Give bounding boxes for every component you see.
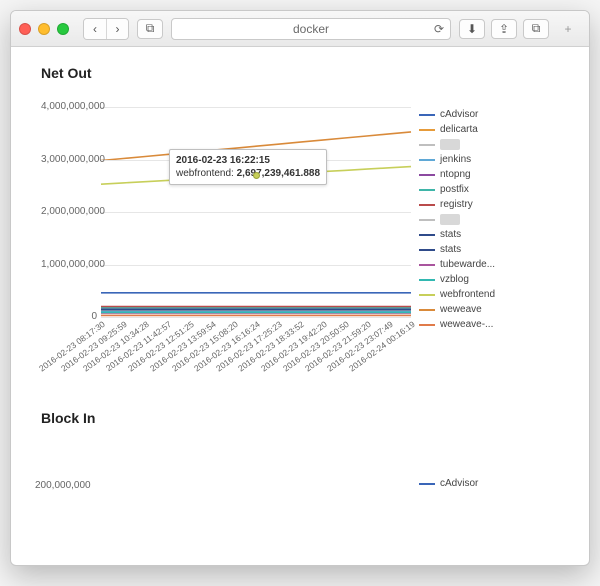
- legend-swatch-icon: [419, 219, 435, 221]
- titlebar: ‹ › ⧉ docker ⟳ ⬇ ⇪ ⧉ +: [11, 11, 589, 47]
- url-text: docker: [293, 22, 329, 36]
- legend-item[interactable]: stats: [419, 242, 495, 257]
- legend-item[interactable]: jenkins: [419, 152, 495, 167]
- tooltip-time: 2016-02-23 16:22:15: [176, 155, 270, 166]
- chart-block-in: 200,000,000 cAdvisor: [41, 452, 571, 492]
- chart-legend: cAdvisor: [419, 476, 478, 492]
- gridline: [101, 212, 411, 213]
- legend-item[interactable]: xxxx: [419, 212, 495, 227]
- y-tick-label: 4,000,000,000: [41, 101, 97, 112]
- browser-window: ‹ › ⧉ docker ⟳ ⬇ ⇪ ⧉ + Net Out 2016-02-2…: [10, 10, 590, 566]
- zoom-window-icon[interactable]: [57, 23, 69, 35]
- legend-swatch-icon: [419, 324, 435, 326]
- y-tick-label: 1,000,000,000: [41, 259, 97, 270]
- legend-item[interactable]: cAdvisor: [419, 107, 495, 122]
- chart-net-out: 2016-02-23 08:17:302016-02-23 09:25:5920…: [41, 107, 571, 332]
- legend-item[interactable]: delicarta: [419, 122, 495, 137]
- legend-item[interactable]: ntopng: [419, 167, 495, 182]
- legend-label: weweave-...: [440, 319, 493, 330]
- back-button[interactable]: ‹: [84, 19, 106, 39]
- legend-label: xxxx: [440, 139, 460, 150]
- legend-swatch-icon: [419, 204, 435, 206]
- legend-item[interactable]: tubewarde...: [419, 257, 495, 272]
- gridline: [101, 317, 411, 318]
- chart-title-block-in: Block In: [41, 410, 571, 426]
- share-icon: ⇪: [499, 22, 509, 36]
- gridline: [101, 107, 411, 108]
- legend-swatch-icon: [419, 129, 435, 131]
- legend-swatch-icon: [419, 174, 435, 176]
- tabs-icon: ⧉: [532, 21, 541, 36]
- address-bar[interactable]: docker ⟳: [171, 18, 451, 40]
- tooltip-value: 2,697,239,461.888: [237, 168, 320, 179]
- legend-swatch-icon: [419, 159, 435, 161]
- legend-label: cAdvisor: [440, 109, 478, 120]
- legend-label: jenkins: [440, 154, 471, 165]
- download-icon: ⬇: [467, 22, 477, 36]
- plot-area[interactable]: 2016-02-23 08:17:302016-02-23 09:25:5920…: [41, 107, 411, 317]
- legend-swatch-icon: [419, 144, 435, 146]
- close-window-icon[interactable]: [19, 23, 31, 35]
- legend-item[interactable]: cAdvisor: [419, 476, 478, 491]
- chart-title-net-out: Net Out: [41, 65, 571, 81]
- y-tick-label: 3,000,000,000: [41, 154, 97, 165]
- sidebar-button[interactable]: ⧉: [137, 19, 163, 39]
- legend-item[interactable]: stats: [419, 227, 495, 242]
- forward-button[interactable]: ›: [106, 19, 128, 39]
- page-content: Net Out 2016-02-23 08:17:302016-02-23 09…: [11, 47, 589, 565]
- legend-swatch-icon: [419, 483, 435, 485]
- tooltip-series: webfrontend:: [176, 168, 234, 179]
- plot-area[interactable]: 200,000,000: [41, 452, 411, 492]
- legend-item[interactable]: xxxx: [419, 137, 495, 152]
- legend-item[interactable]: webfrontend: [419, 287, 495, 302]
- legend-label: cAdvisor: [440, 478, 478, 489]
- nav-back-forward: ‹ ›: [83, 18, 129, 40]
- legend-label: webfrontend: [440, 289, 495, 300]
- chart-tooltip: 2016-02-23 16:22:15 webfrontend: 2,697,2…: [169, 149, 327, 185]
- chevron-left-icon: ‹: [93, 22, 97, 36]
- x-axis-ticks: 2016-02-23 08:17:302016-02-23 09:25:5920…: [101, 319, 411, 379]
- legend-swatch-icon: [419, 189, 435, 191]
- legend-label: ntopng: [440, 169, 471, 180]
- window-controls: [19, 23, 69, 35]
- legend-label: stats: [440, 244, 461, 255]
- plus-icon: +: [564, 22, 571, 36]
- legend-label: registry: [440, 199, 473, 210]
- toolbar-right: ⬇ ⇪ ⧉ +: [459, 19, 581, 39]
- legend-swatch-icon: [419, 114, 435, 116]
- legend-swatch-icon: [419, 279, 435, 281]
- legend-label: weweave: [440, 304, 482, 315]
- new-tab-button[interactable]: +: [555, 19, 581, 39]
- chart-block-in-section: Block In 200,000,000 cAdvisor: [41, 410, 571, 492]
- legend-swatch-icon: [419, 264, 435, 266]
- legend-item[interactable]: postfix: [419, 182, 495, 197]
- y-tick-label: 2,000,000,000: [41, 206, 97, 217]
- legend-label: tubewarde...: [440, 259, 495, 270]
- legend-item[interactable]: vzblog: [419, 272, 495, 287]
- legend-swatch-icon: [419, 294, 435, 296]
- y-tick-label: 200,000,000: [35, 480, 91, 491]
- legend-swatch-icon: [419, 309, 435, 311]
- legend-label: vzblog: [440, 274, 469, 285]
- legend-swatch-icon: [419, 234, 435, 236]
- tabs-button[interactable]: ⧉: [523, 19, 549, 39]
- legend-item[interactable]: registry: [419, 197, 495, 212]
- y-tick-label: 0: [41, 311, 97, 322]
- minimize-window-icon[interactable]: [38, 23, 50, 35]
- share-button[interactable]: ⇪: [491, 19, 517, 39]
- downloads-button[interactable]: ⬇: [459, 19, 485, 39]
- legend-label: postfix: [440, 184, 469, 195]
- sidebar-icon: ⧉: [146, 21, 155, 36]
- gridline: [101, 265, 411, 266]
- chevron-right-icon: ›: [116, 22, 120, 36]
- legend-label: delicarta: [440, 124, 478, 135]
- legend-swatch-icon: [419, 249, 435, 251]
- legend-item[interactable]: weweave-...: [419, 317, 495, 332]
- chart-legend: cAdvisor delicarta xxxx jenkins ntopng postfi…: [419, 107, 495, 332]
- legend-label: xxxx: [440, 214, 460, 225]
- legend-label: stats: [440, 229, 461, 240]
- reload-icon[interactable]: ⟳: [434, 22, 444, 36]
- legend-item[interactable]: weweave: [419, 302, 495, 317]
